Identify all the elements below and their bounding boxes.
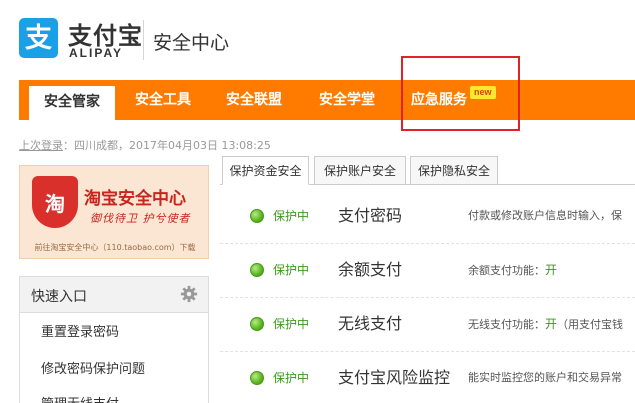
feature-desc-text: 能实时监控您的账户和交易异常 — [468, 371, 622, 384]
taobao-security-banner[interactable]: 淘 淘宝安全中心 御伐待卫 护兮使者 前往淘宝安全中心（110.taobao.c… — [19, 165, 209, 259]
list-item: 保护中 无线支付 无线支付功能：开（用支付宝钱 — [220, 298, 635, 352]
status-badge: 保护中 — [273, 209, 310, 223]
status-dot-icon — [250, 317, 264, 331]
quick-links-header: 快速入口 — [20, 277, 208, 313]
status-badge: 保护中 — [273, 317, 310, 331]
status-dot-icon — [250, 263, 264, 277]
feature-desc: 余额支付功能：开 — [468, 261, 557, 278]
feature-name[interactable]: 支付密码 — [338, 202, 402, 226]
quick-links-title: 快速入口 — [31, 289, 87, 305]
status-dot-icon — [250, 371, 264, 385]
list-item: 保护中 支付宝风险监控 能实时监控您的账户和交易异常 — [220, 352, 635, 403]
main-nav: 安全管家 安全工具 安全联盟 安全学堂 应急服务 — [19, 80, 635, 120]
brand-divider — [143, 20, 144, 60]
quick-links-panel: 快速入口 重置登录密码 修改密码保护问题 管理无线支付 — [19, 276, 209, 403]
last-login-info: 上次登录：四川成都，2017年04月03日 13:08:25 — [19, 137, 271, 153]
page-title: 安全中心 — [153, 32, 230, 54]
feature-desc: 能实时监控您的账户和交易异常 — [468, 369, 622, 385]
feature-on-status: 开 — [545, 263, 558, 277]
feature-name[interactable]: 余额支付 — [338, 256, 402, 280]
quick-link-reset-password[interactable]: 重置登录密码 — [41, 321, 119, 340]
last-login-text: ：四川成都，2017年04月03日 13:08:25 — [63, 139, 271, 152]
feature-desc-tail: （用支付宝钱 — [557, 318, 624, 331]
list-item: 保护中 余额支付 余额支付功能：开 — [220, 244, 635, 298]
quick-link-security-question[interactable]: 修改密码保护问题 — [41, 358, 145, 377]
tab-privacy-security[interactable]: 保护隐私安全 — [410, 156, 498, 185]
status-badge: 保护中 — [273, 263, 310, 277]
status-badge: 保护中 — [273, 371, 310, 385]
feature-on-status: 开 — [545, 317, 558, 331]
shield-icon: 淘 — [32, 176, 78, 228]
feature-desc-text: 余额支付功能： — [468, 264, 545, 277]
feature-desc: 付款或修改账户信息时输入，保 — [468, 207, 622, 223]
shield-glyph: 淘 — [45, 191, 65, 216]
feature-desc: 无线支付功能：开（用支付宝钱 — [468, 315, 623, 332]
feature-desc-text: 无线支付功能： — [468, 318, 545, 331]
feature-name[interactable]: 支付宝风险监控 — [338, 364, 450, 388]
list-item: 保护中 支付密码 付款或修改账户信息时输入，保 — [220, 190, 635, 244]
banner-slogan: 御伐待卫 护兮使者 — [90, 212, 191, 225]
quick-link-wireless-pay[interactable]: 管理无线支付 — [41, 393, 119, 403]
alipay-logo-icon[interactable]: 支 — [19, 18, 58, 58]
nav-item-security-school[interactable]: 安全学堂 — [319, 80, 375, 120]
tab-fund-security[interactable]: 保护资金安全 — [222, 156, 309, 185]
banner-title: 淘宝安全中心 — [84, 189, 186, 209]
logo-glyph: 支 — [25, 22, 52, 54]
feature-name[interactable]: 无线支付 — [338, 310, 402, 334]
last-login-label[interactable]: 上次登录 — [19, 139, 63, 152]
nav-item-security-alliance[interactable]: 安全联盟 — [226, 80, 282, 120]
status-dot-icon — [250, 209, 264, 223]
nav-item-security-tools[interactable]: 安全工具 — [135, 80, 191, 120]
highlight-annotation — [401, 56, 520, 131]
nav-item-security-manager[interactable]: 安全管家 — [29, 86, 115, 120]
tab-account-security[interactable]: 保护账户安全 — [314, 156, 406, 185]
banner-download-link[interactable]: 前往淘宝安全中心（110.taobao.com）下载 — [20, 242, 208, 253]
gear-icon[interactable] — [180, 285, 198, 303]
feature-desc-text: 付款或修改账户信息时输入，保 — [468, 209, 622, 222]
brand-name-en: ALIPAY — [69, 46, 124, 60]
